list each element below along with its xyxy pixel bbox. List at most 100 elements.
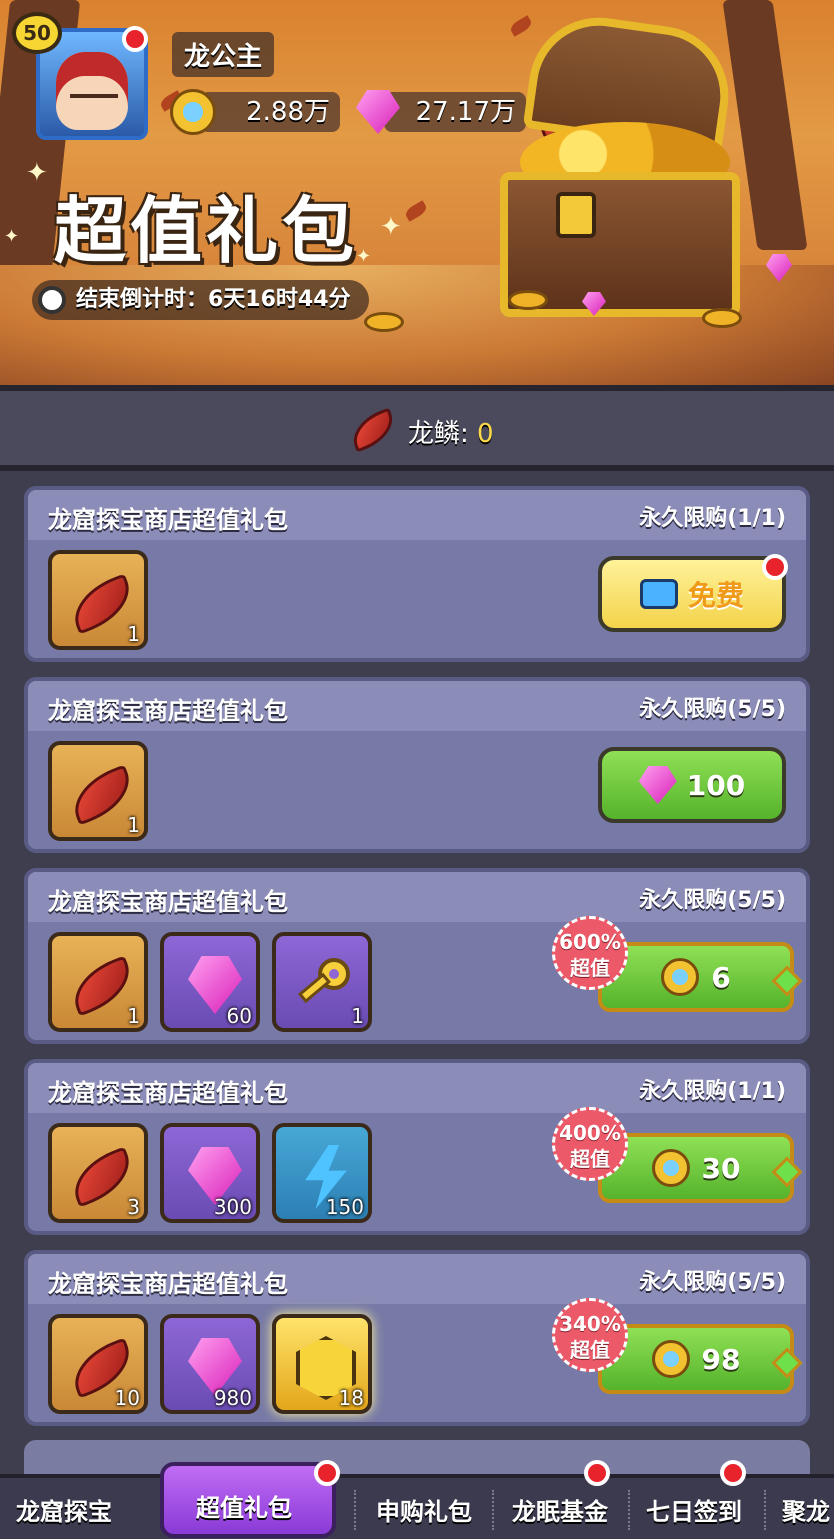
pack-title: 龙窟探宝商店超值礼包 xyxy=(48,1079,288,1107)
pack-item-slot[interactable]: 1 xyxy=(48,932,148,1032)
tab-divider xyxy=(764,1490,766,1530)
coin-icon xyxy=(651,1149,690,1187)
item-count: 3 xyxy=(127,1195,140,1219)
player-level-badge: 50 xyxy=(12,12,62,54)
tab-notification-dot xyxy=(584,1460,610,1486)
pack-item-slot[interactable]: 1 xyxy=(48,741,148,841)
buy-with-gems-button[interactable]: 100 xyxy=(598,747,786,823)
sparkle-icon: ✦ xyxy=(4,226,20,247)
pack-item-slot[interactable]: 980 xyxy=(160,1314,260,1414)
pack-purchase-limit: 永久限购(5/5) xyxy=(639,697,786,722)
gem-icon xyxy=(638,766,677,804)
pack-purchase-limit: 永久限购(5/5) xyxy=(639,1270,786,1295)
pack-title: 龙窟探宝商店超值礼包 xyxy=(48,697,288,725)
key-icon xyxy=(297,958,350,1004)
tab-divider xyxy=(628,1490,630,1530)
sparkle-icon: ✦ xyxy=(356,246,372,267)
pack-purchase-limit: 永久限购(1/1) xyxy=(639,1079,786,1104)
coin-icon xyxy=(170,89,216,135)
item-count: 1 xyxy=(351,1004,364,1028)
pack-card: 龙窟探宝商店超值礼包 永久限购(1/1) 1 免费 xyxy=(24,486,810,662)
avatar-eyes xyxy=(70,94,118,102)
button-price: 98 xyxy=(701,1342,741,1376)
badge-text: 超值 xyxy=(570,1338,610,1362)
sparkle-icon: ✦ xyxy=(26,158,48,188)
badge-percent: 400% xyxy=(559,1121,621,1145)
badge-percent: 340% xyxy=(559,1312,621,1336)
tab-divider xyxy=(492,1490,494,1530)
player-name: 龙公主 xyxy=(172,32,275,77)
value-percent-badge: 400% 超值 xyxy=(552,1107,628,1181)
tab-notification-dot xyxy=(720,1460,746,1486)
dragon-scale-icon xyxy=(346,407,400,453)
tab-gather-dragons[interactable]: 聚龙 xyxy=(782,1492,830,1527)
pack-item-slot[interactable]: 300 xyxy=(160,1123,260,1223)
event-banner: 50 龙公主 2.88万 27.17万 0 ✦ ✦ ✦ ✦ 超值礼包 结束倒计时… xyxy=(0,0,834,385)
pack-purchase-limit: 永久限购(5/5) xyxy=(639,888,786,913)
pack-card: 龙窟探宝商店超值礼包 永久限购(5/5) 1 60 1 6 600% 超值 xyxy=(24,868,810,1044)
avatar-notification-dot xyxy=(122,26,148,52)
free-claim-button[interactable]: 免费 xyxy=(598,556,786,632)
pack-title: 龙窟探宝商店超值礼包 xyxy=(48,506,288,534)
value-percent-badge: 600% 超值 xyxy=(552,916,628,990)
button-price: 100 xyxy=(686,768,746,802)
coin-icon xyxy=(661,958,700,996)
item-count: 60 xyxy=(226,1004,252,1028)
item-count: 10 xyxy=(114,1386,140,1410)
badge-percent: 600% xyxy=(559,930,621,954)
coin-balance: 2.88万 xyxy=(200,92,340,132)
pack-header: 龙窟探宝商店超值礼包 永久限购(1/1) xyxy=(28,490,806,540)
video-ad-icon xyxy=(639,579,678,609)
pack-card: 龙窟探宝商店超值礼包 永久限购(5/5) 1 100 xyxy=(24,677,810,853)
treasure-chest-illustration xyxy=(500,8,756,317)
coin-icon xyxy=(702,308,742,328)
item-count: 1 xyxy=(127,1004,140,1028)
pack-title: 龙窟探宝商店超值礼包 xyxy=(48,888,288,916)
free-claim-notification-dot xyxy=(762,554,788,580)
banner-title: 超值礼包 xyxy=(54,189,359,273)
pack-header: 龙窟探宝商店超值礼包 永久限购(5/5) xyxy=(28,1254,806,1304)
pack-title: 龙窟探宝商店超值礼包 xyxy=(48,1270,288,1298)
coin-icon xyxy=(651,1340,690,1378)
tab-dragon-cave-treasure[interactable]: 龙窟探宝 xyxy=(16,1492,112,1527)
pack-item-slot[interactable]: 10 xyxy=(48,1314,148,1414)
pack-item-slot[interactable]: 60 xyxy=(160,932,260,1032)
pack-item-slot[interactable]: 3 xyxy=(48,1123,148,1223)
pack-header: 龙窟探宝商店超值礼包 永久限购(5/5) xyxy=(28,872,806,922)
chest-lock-icon xyxy=(556,192,596,238)
pack-item-slot[interactable]: 1 xyxy=(272,932,372,1032)
event-countdown: 结束倒计时：6天16时44分 xyxy=(32,280,369,320)
tab-notification-dot xyxy=(314,1460,340,1486)
pack-card: 龙窟探宝商店超值礼包 永久限购(1/1) 3 300 150 30 400% 超… xyxy=(24,1059,810,1235)
pack-header: 龙窟探宝商店超值礼包 永久限购(5/5) xyxy=(28,681,806,731)
item-count: 980 xyxy=(213,1386,252,1410)
dragon-scale-value: 0 xyxy=(477,419,494,449)
pack-item-slot[interactable]: 1 xyxy=(48,550,148,650)
bottom-tab-bar: 龙窟探宝 超值礼包 申购礼包 龙眠基金 七日签到 聚龙 xyxy=(0,1462,834,1539)
countdown-text: 结束倒计时：6天16时44分 xyxy=(76,287,351,312)
item-count: 18 xyxy=(338,1386,364,1410)
button-price: 30 xyxy=(701,1151,741,1185)
item-count: 150 xyxy=(325,1195,364,1219)
badge-text: 超值 xyxy=(570,1147,610,1171)
tab-value-packs[interactable]: 超值礼包 xyxy=(196,1488,292,1523)
item-count: 300 xyxy=(213,1195,252,1219)
button-label: 免费 xyxy=(687,579,744,612)
coin-icon xyxy=(508,290,548,310)
tab-divider xyxy=(354,1490,356,1530)
pack-item-slot[interactable]: 150 xyxy=(272,1123,372,1223)
dragon-scale-bar: 龙鳞: 0 xyxy=(0,385,834,471)
pack-header: 龙窟探宝商店超值礼包 永久限购(1/1) xyxy=(28,1063,806,1113)
pack-card: 龙窟探宝商店超值礼包 永久限购(5/5) 10 980 18 98 340% 超… xyxy=(24,1250,810,1426)
value-percent-badge: 340% 超值 xyxy=(552,1298,628,1372)
avatar-face xyxy=(56,52,128,130)
item-count: 1 xyxy=(127,813,140,837)
coin-icon xyxy=(364,312,404,332)
pack-item-slot[interactable]: 18 xyxy=(272,1314,372,1414)
tab-dragon-sleep-fund[interactable]: 龙眠基金 xyxy=(512,1492,608,1527)
tab-seven-day-checkin[interactable]: 七日签到 xyxy=(646,1492,742,1527)
tab-subscription-packs[interactable]: 申购礼包 xyxy=(376,1492,472,1527)
item-count: 1 xyxy=(127,622,140,646)
dragon-scale-count: 龙鳞: 0 xyxy=(408,413,494,450)
badge-text: 超值 xyxy=(570,956,610,980)
